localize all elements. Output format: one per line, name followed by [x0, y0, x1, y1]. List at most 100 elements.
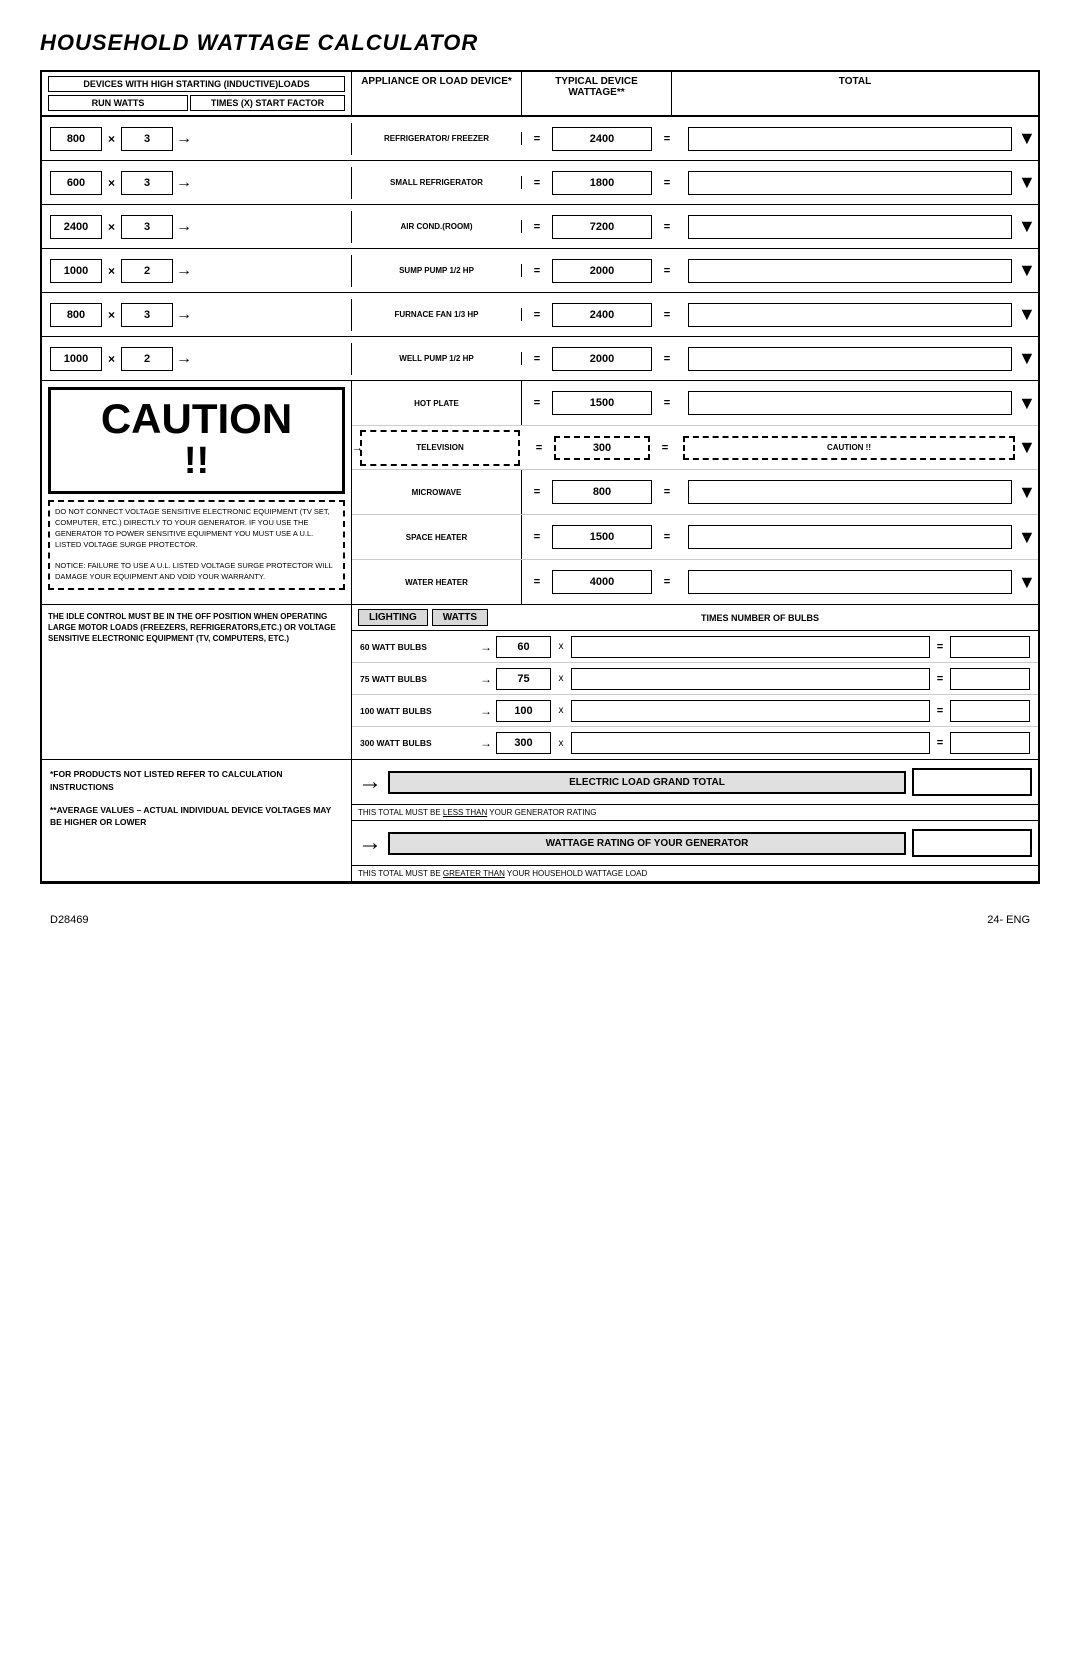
bulb-100-x: x [551, 705, 571, 716]
arrow-3: → [176, 218, 192, 236]
total-sump[interactable] [688, 259, 1012, 283]
bulb-100-total[interactable] [950, 700, 1030, 722]
arrow-down-5: ▼ [1018, 304, 1038, 325]
eq-spaceheater: = [522, 531, 552, 543]
arrow-down-hotplate: ▼ [1018, 393, 1038, 414]
tv-left-spacer: → [352, 442, 356, 454]
arrow-down-waterheater: ▼ [1018, 572, 1038, 593]
bulb-300-count[interactable] [571, 732, 930, 754]
wattage-small-ref: 1800 [552, 171, 652, 195]
grand-total-input[interactable] [912, 768, 1032, 796]
total-small-ref[interactable] [688, 171, 1012, 195]
bulb-60-label: 60 WATT BULBS [356, 642, 476, 652]
arrow-down-3: ▼ [1018, 216, 1038, 237]
row-small-ref-left: 600 × 3 → [42, 167, 352, 199]
device-microwave: MICROWAVE [352, 470, 522, 514]
total-hotplate[interactable] [688, 391, 1012, 415]
bulb-60-watts: 60 [496, 636, 551, 658]
eq-microwave: = [522, 486, 552, 498]
eq-television: = [524, 442, 554, 454]
bulb-60-arrow: → [480, 640, 492, 654]
run-watts-furnace[interactable]: 800 [50, 303, 102, 327]
wattage-calculator-table: DEVICES WITH HIGH STARTING (INDUCTIVE)LO… [40, 70, 1040, 884]
caution-title-text: CAUTION [55, 398, 338, 440]
device-wellpump: WELL PUMP 1/2 HP [352, 352, 522, 365]
bulb-75-eq: = [930, 673, 950, 685]
inductive-section: 800 × 3 → REFRIGERATOR/ FREEZER = 2400 =… [42, 117, 1038, 381]
caution-exclaim-text: !! [184, 440, 209, 482]
header-devices-label: DEVICES WITH HIGH STARTING (INDUCTIVE)LO… [48, 76, 345, 92]
bulb-100-count[interactable] [571, 700, 930, 722]
arrow-down-1: ▼ [1018, 128, 1038, 149]
factor-furnace[interactable]: 3 [121, 303, 173, 327]
total-wellpump[interactable] [688, 347, 1012, 371]
factor-aircond[interactable]: 3 [121, 215, 173, 239]
bulb-100-eq: = [930, 705, 950, 717]
header-times-factor: TIMES (X) START FACTOR [190, 95, 345, 111]
device-waterheater: WATER HEATER [352, 560, 522, 604]
eq-4: = [522, 265, 552, 277]
factor-small-ref[interactable]: 3 [121, 171, 173, 195]
eq-3: = [522, 221, 552, 233]
wattage-furnace: 2400 [552, 303, 652, 327]
total-microwave[interactable] [688, 480, 1012, 504]
eq-1b: = [652, 133, 682, 145]
wattage-rating-row: → WATTAGE RATING OF YOUR GENERATOR [352, 821, 1038, 866]
bulb-300-total[interactable] [950, 732, 1030, 754]
total-furnace[interactable] [688, 303, 1012, 327]
total-spaceheater[interactable] [688, 525, 1012, 549]
total-waterheater[interactable] [688, 570, 1012, 594]
lighting-header-label: LIGHTING [358, 609, 428, 626]
wattage-microwave: 800 [552, 480, 652, 504]
bulb-300-arrow: → [480, 736, 492, 750]
eq-spaceheater-b: = [652, 531, 682, 543]
times-num-header: TIMES NUMBER OF BULBS [488, 613, 1032, 623]
eq-hotplate-b: = [652, 397, 682, 409]
wattage-aircond: 7200 [552, 215, 652, 239]
eq-2b: = [652, 177, 682, 189]
watts-header-label: WATTS [432, 609, 488, 626]
header-total: TOTAL [672, 72, 1038, 115]
device-sump: SUMP PUMP 1/2 HP [352, 264, 522, 277]
arrow-down-6: ▼ [1018, 348, 1038, 369]
run-watts-sump[interactable]: 1000 [50, 259, 102, 283]
grand-total-note: THIS TOTAL MUST BE LESS THAN YOUR GENERA… [352, 805, 1038, 821]
row-wellpump-left: 1000 × 2 → [42, 343, 352, 375]
page-footer: D28469 24- ENG [40, 914, 1040, 926]
wattage-sump: 2000 [552, 259, 652, 283]
bulb-75-total[interactable] [950, 668, 1030, 690]
row-refrigerator-left: 800 × 3 → [42, 123, 352, 155]
caution-left-column: CAUTION !! DO NOT CONNECT VOLTAGE SENSIT… [42, 381, 352, 604]
footnote-products: *FOR PRODUCTS NOT LISTED REFER TO CALCUL… [50, 768, 343, 794]
arrow-5: → [176, 306, 192, 324]
factor-sump[interactable]: 2 [121, 259, 173, 283]
total-aircond[interactable] [688, 215, 1012, 239]
caution-section: CAUTION !! DO NOT CONNECT VOLTAGE SENSIT… [42, 381, 1038, 605]
bulb-60-eq: = [930, 641, 950, 653]
bulb-60-count[interactable] [571, 636, 930, 658]
bulb-100-arrow: → [480, 704, 492, 718]
header-devices: DEVICES WITH HIGH STARTING (INDUCTIVE)LO… [42, 72, 352, 115]
run-watts-aircond[interactable]: 2400 [50, 215, 102, 239]
total-refrigerator[interactable] [688, 127, 1012, 151]
bulb-row-300: 300 WATT BULBS → 300 x = [352, 727, 1038, 759]
bulb-300-x: x [551, 738, 571, 749]
row-aircond-left: 2400 × 3 → [42, 211, 352, 243]
run-watts-refrigerator[interactable]: 800 [50, 127, 102, 151]
bulb-60-total[interactable] [950, 636, 1030, 658]
factor-refrigerator[interactable]: 3 [121, 127, 173, 151]
bulb-100-watts: 100 [496, 700, 551, 722]
device-spaceheater: SPACE HEATER [352, 515, 522, 559]
device-small-ref: SMALL REFRIGERATOR [352, 176, 522, 189]
bulb-75-count[interactable] [571, 668, 930, 690]
footer-left: *FOR PRODUCTS NOT LISTED REFER TO CALCUL… [42, 760, 352, 881]
factor-wellpump[interactable]: 2 [121, 347, 173, 371]
times-symbol-5: × [108, 308, 115, 322]
eq-3b: = [652, 221, 682, 233]
run-watts-wellpump[interactable]: 1000 [50, 347, 102, 371]
run-watts-small-ref[interactable]: 600 [50, 171, 102, 195]
arrow-4: → [176, 262, 192, 280]
arrow-down-tv: ▼ [1018, 437, 1038, 458]
wattage-rating-input[interactable] [912, 829, 1032, 857]
row-microwave: MICROWAVE = 800 = ▼ [352, 470, 1038, 515]
